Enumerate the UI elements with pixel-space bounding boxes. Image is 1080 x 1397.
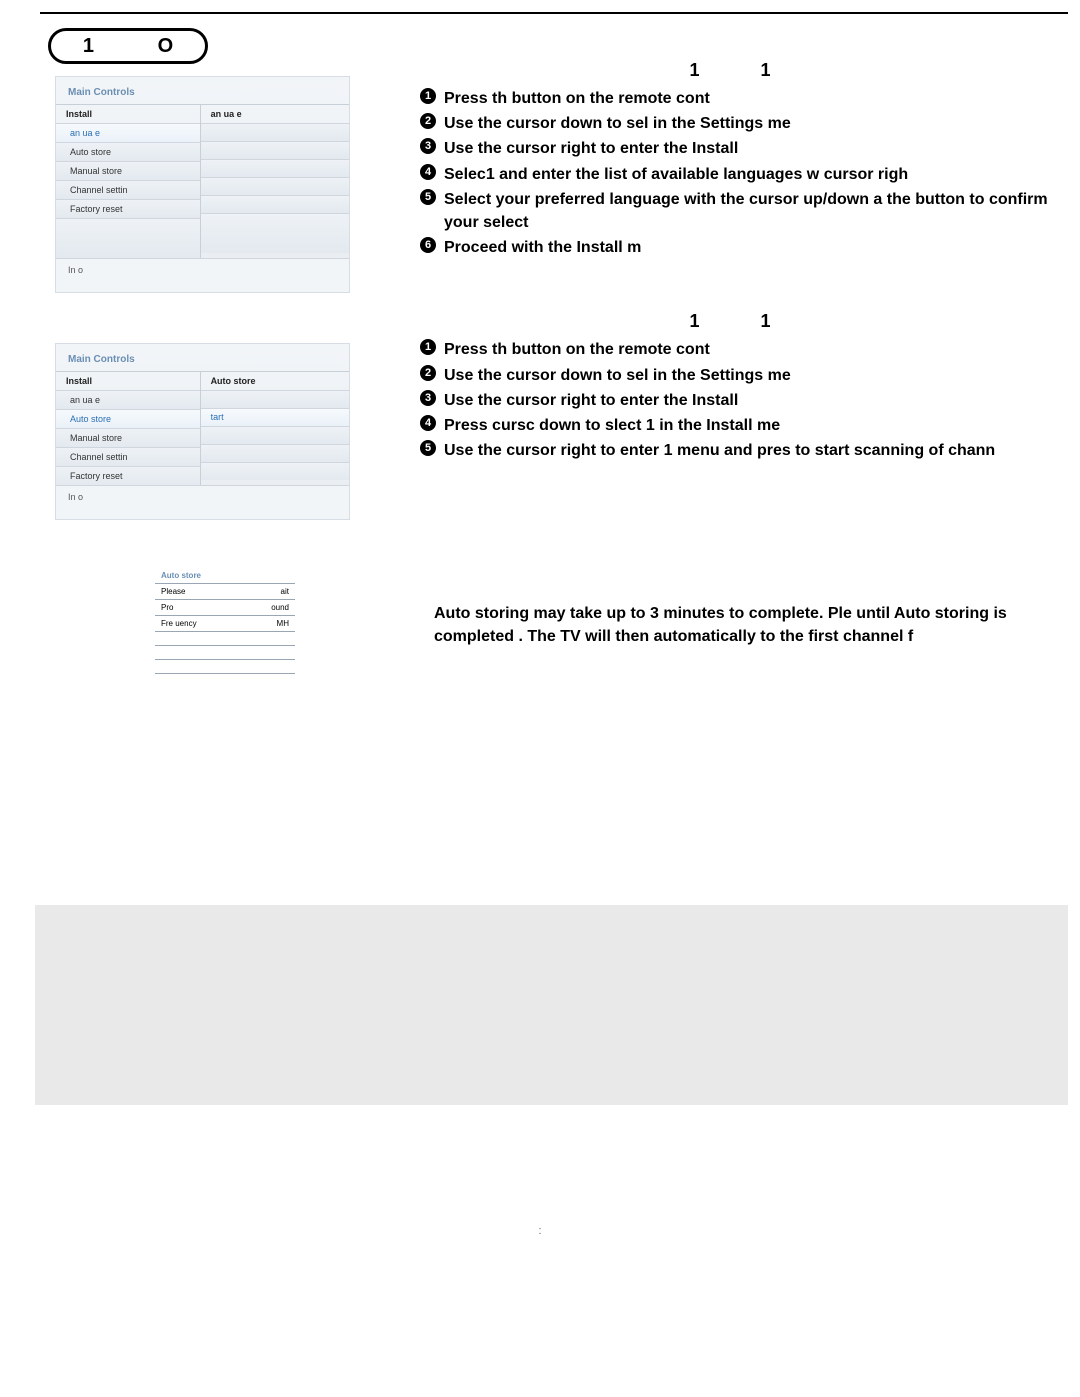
panel-path-left: Install: [56, 372, 200, 390]
menu-item-channelsetting: Channel settin: [56, 180, 200, 199]
step-item: 6 Proceed with the Install m: [420, 236, 1068, 259]
step-text: Use the cursor right to enter the Instal…: [444, 392, 738, 409]
right-line-start: tart: [201, 408, 349, 426]
step-number-icon: 6: [420, 237, 436, 253]
right-line: [201, 213, 349, 253]
step-text: Selec1 and enter the list of available l…: [444, 166, 908, 183]
step-text: Use the cursor right to enter the Instal…: [444, 140, 738, 157]
mini-row-l: Fre uency: [161, 619, 197, 628]
badge-right: O: [158, 35, 174, 58]
step-text: Press cursc down to slect 1 in the Insta…: [444, 417, 780, 434]
mini-row-r: ait: [281, 587, 289, 596]
autostore-progress-panel: Auto store Please ait Pro ound Fre uency…: [155, 568, 295, 674]
menu-item-factoryreset: Factory reset: [56, 199, 200, 218]
step-item: 3 Use the cursor right to enter the Insta…: [420, 137, 1068, 160]
panel-header: Main Controls: [56, 83, 349, 104]
menu-item-language: an ua e: [56, 390, 200, 409]
right-line: [201, 141, 349, 159]
step-item: 2 Use the cursor down to sel in the Setti…: [420, 112, 1068, 135]
step-number-icon: 5: [420, 189, 436, 205]
mini-row-freq: Fre uency MH: [155, 615, 295, 631]
step-item: 5 Use the cursor right to enter 1 menu an…: [420, 439, 1068, 462]
autostore-note: Auto storing may take up to 3 minutes to…: [420, 602, 1068, 648]
step-text: Select your preferred language with the …: [444, 191, 1048, 231]
panel-header: Main Controls: [56, 350, 349, 371]
menu-item-language: an ua e: [56, 123, 200, 142]
mini-blank: [155, 645, 295, 659]
badge-left: 1: [83, 35, 94, 58]
step-text: Press th button on the remote cont: [444, 90, 710, 107]
menu-item-channelsetting: Channel settin: [56, 447, 200, 466]
instructions-column: 1 1 1 Press th button on the remote cont …: [420, 60, 1068, 649]
panel-path-right: Auto store: [200, 372, 349, 390]
section-badge: 1 O: [48, 28, 208, 64]
step-item: 1 Press th button on the remote cont: [420, 87, 1068, 110]
menu-item-blank: [56, 218, 200, 258]
mini-row-found: Pro ound: [155, 599, 295, 615]
step-item: 3 Use the cursor right to enter the Insta…: [420, 389, 1068, 412]
osd-panel-language: Main Controls Install an ua e an ua e Au…: [55, 76, 350, 293]
right-line: [201, 426, 349, 444]
menu-item-manualstore: Manual store: [56, 161, 200, 180]
step-number-icon: 1: [420, 339, 436, 355]
step-item: 5 Select your preferred language with the…: [420, 188, 1068, 234]
menu-item-autostore: Auto store: [56, 409, 200, 428]
steps-list-2: 1 Press th button on the remote cont 2 Use…: [420, 338, 1068, 462]
step-text: Use the cursor down to sel in the Settin…: [444, 115, 791, 132]
right-line: [201, 390, 349, 408]
section-title-1: 1 1: [420, 60, 1068, 81]
step-text: Proceed with the Install m: [444, 239, 641, 256]
steps-list-1: 1 Press th button on the remote cont 2 Use…: [420, 87, 1068, 259]
menu-item-factoryreset: Factory reset: [56, 466, 200, 485]
mini-row-l: Please: [161, 587, 185, 596]
right-line: [201, 159, 349, 177]
step-number-icon: 5: [420, 440, 436, 456]
panel-path-right: an ua e: [200, 105, 349, 123]
mini-header: Auto store: [155, 568, 295, 583]
panel-info: In o: [56, 258, 349, 292]
right-line: [201, 195, 349, 213]
menu-item-autostore: Auto store: [56, 142, 200, 161]
gray-panel: [35, 905, 1068, 1105]
step-number-icon: 3: [420, 390, 436, 406]
menu-item-manualstore: Manual store: [56, 428, 200, 447]
mini-row-r: ound: [271, 603, 289, 612]
step-number-icon: 3: [420, 138, 436, 154]
right-line: [201, 123, 349, 141]
step-item: 2 Use the cursor down to sel in the Setti…: [420, 364, 1068, 387]
step-item: 4 Press cursc down to slect 1 in the Inst…: [420, 414, 1068, 437]
step-number-icon: 4: [420, 164, 436, 180]
right-line: [201, 444, 349, 462]
figures-column: Main Controls Install an ua e an ua e Au…: [55, 76, 350, 674]
step-item: 1 Press th button on the remote cont: [420, 338, 1068, 361]
right-line: [201, 462, 349, 480]
mini-row-r: MH: [277, 619, 289, 628]
step-number-icon: 4: [420, 415, 436, 431]
step-number-icon: 1: [420, 88, 436, 104]
page-number: :: [0, 1225, 1080, 1237]
mini-row-wait: Please ait: [155, 583, 295, 599]
right-line: [201, 177, 349, 195]
step-text: Use the cursor right to enter 1 menu and…: [444, 442, 995, 459]
mini-blank: [155, 659, 295, 673]
top-rule: [40, 12, 1068, 14]
step-number-icon: 2: [420, 113, 436, 129]
step-number-icon: 2: [420, 365, 436, 381]
panel-info: In o: [56, 485, 349, 519]
mini-blank: [155, 631, 295, 645]
step-text: Press th button on the remote cont: [444, 341, 710, 358]
section-title-2: 1 1: [420, 311, 1068, 332]
panel-path-left: Install: [56, 105, 200, 123]
osd-panel-autostore: Main Controls Install Auto store an ua e…: [55, 343, 350, 520]
step-item: 4 Selec1 and enter the list of available …: [420, 163, 1068, 186]
mini-row-l: Pro: [161, 603, 173, 612]
step-text: Use the cursor down to sel in the Settin…: [444, 367, 791, 384]
